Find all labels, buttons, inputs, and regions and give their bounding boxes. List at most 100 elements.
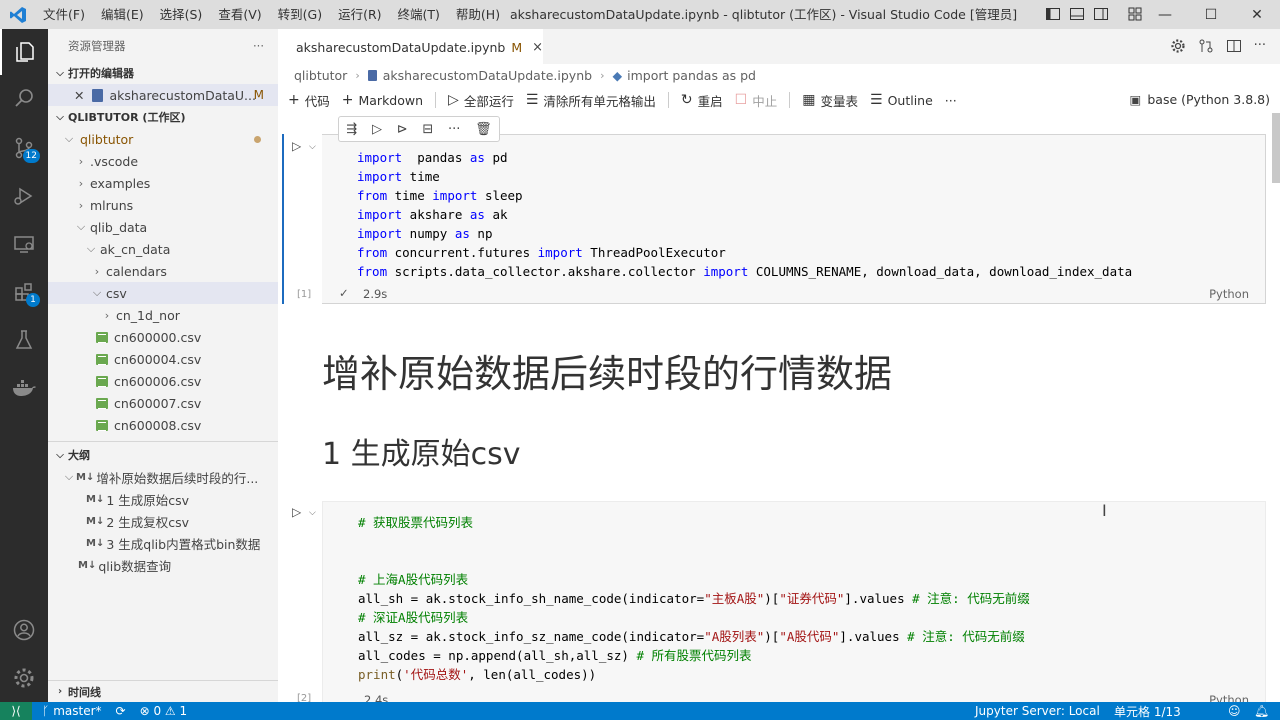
folder-ak-cn-data[interactable]: ⌵ ak_cn_data xyxy=(48,238,278,260)
open-editor-item[interactable]: ✕ aksharecustomDataU... M xyxy=(48,84,278,106)
code-line[interactable]: # 获取股票代码列表 xyxy=(358,513,1030,532)
settings-gear-icon[interactable] xyxy=(1170,38,1186,58)
menu-go[interactable]: 转到(G) xyxy=(270,0,330,29)
problems-indicator[interactable]: ⊗ 0 ⚠ 1 xyxy=(140,704,188,718)
file-csv[interactable]: cn600004.csv xyxy=(48,348,278,370)
more-icon[interactable]: ··· xyxy=(448,122,460,137)
code-line[interactable]: print('代码总数', len(all_codes)) xyxy=(358,665,1030,684)
code-line[interactable]: # 上海A股代码列表 xyxy=(358,570,1030,589)
chevron-down-icon[interactable]: ⌵ xyxy=(309,508,316,518)
timeline-header[interactable]: › 时间线 xyxy=(48,680,278,702)
restart-button[interactable]: ↻ 重启 xyxy=(681,91,723,110)
outline-item[interactable]: M↓ qlib数据查询 xyxy=(48,554,278,576)
markdown-heading-1[interactable]: 增补原始数据后续时段的行情数据 xyxy=(322,343,892,398)
search-icon[interactable] xyxy=(0,75,48,121)
outline-item[interactable]: ⌵ M↓ 增补原始数据后续时段的行... xyxy=(48,466,278,488)
code-line[interactable] xyxy=(358,551,1030,570)
cell-source[interactable]: # 获取股票代码列表 # 上海A股代码列表 all_sh = ak.stock_in… xyxy=(358,513,1030,684)
run-cell-icon[interactable]: ▷ xyxy=(292,505,301,519)
run-all-button[interactable]: ▷ 全部运行 xyxy=(448,91,514,110)
outline-item[interactable]: M↓ 3 生成qlib内置格式bin数据 xyxy=(48,532,278,554)
explorer-icon[interactable] xyxy=(0,29,48,75)
cell-source[interactable]: import pandas as pd import time from time … xyxy=(357,148,1132,281)
breadcrumb-item[interactable]: qlibtutor xyxy=(294,68,347,83)
close-window-icon[interactable]: ✕ xyxy=(1234,0,1280,29)
kernel-picker[interactable]: ▣ base (Python 3.8.8) xyxy=(1130,87,1270,113)
run-above-icon[interactable]: ⇶ xyxy=(346,122,357,137)
folder-calendars[interactable]: › calendars xyxy=(48,260,278,282)
folder-examples[interactable]: › examples xyxy=(48,172,278,194)
source-control-icon[interactable]: 12 xyxy=(0,125,48,171)
maximize-icon[interactable]: ☐ xyxy=(1188,0,1234,29)
run-next-icon[interactable]: ▷ xyxy=(372,122,382,137)
cell-position[interactable]: 单元格 1/13 xyxy=(1114,703,1181,720)
docker-icon[interactable] xyxy=(0,365,48,411)
code-line[interactable]: all_sh = ak.stock_info_sh_name_code(indi… xyxy=(358,589,1030,608)
vertical-scrollbar[interactable] xyxy=(1272,113,1280,183)
delete-trash-icon[interactable]: 🗑 xyxy=(475,122,492,137)
cell-language[interactable]: Python xyxy=(1209,287,1249,301)
toggle-panel-icon[interactable] xyxy=(1069,6,1085,22)
feedback-icon[interactable]: ☺ xyxy=(1228,704,1241,718)
code-line[interactable]: all_codes = np.append(all_sh,all_sz) # 所… xyxy=(358,646,1030,665)
toggle-sidebar-icon[interactable] xyxy=(1045,6,1061,22)
folder-mlruns[interactable]: › mlruns xyxy=(48,194,278,216)
cell-language[interactable]: Python xyxy=(1209,693,1249,702)
outline-item[interactable]: M↓ 1 生成原始csv xyxy=(48,488,278,510)
menu-file[interactable]: 文件(F) xyxy=(35,0,93,29)
file-csv[interactable]: cn600007.csv xyxy=(48,392,278,414)
interrupt-button[interactable]: ☐ 中止 xyxy=(735,91,778,110)
toggle-secondary-sidebar-icon[interactable] xyxy=(1093,6,1109,22)
folder-vscode[interactable]: › .vscode xyxy=(48,150,278,172)
run-cell-icon[interactable]: ▷ xyxy=(292,139,301,153)
file-csv[interactable]: cn600000.csv xyxy=(48,326,278,348)
outline-button[interactable]: ☰ Outline xyxy=(870,92,933,108)
run-below-icon[interactable]: ⊳ xyxy=(397,122,408,137)
open-changes-icon[interactable] xyxy=(1198,38,1214,58)
folder-qlib-data[interactable]: ⌵ qlib_data xyxy=(48,216,278,238)
outline-header[interactable]: ⌵ 大纲 xyxy=(48,444,278,466)
minimize-icon[interactable]: — xyxy=(1142,0,1188,29)
file-csv[interactable]: cn600008.csv xyxy=(48,414,278,436)
outline-item[interactable]: M↓ 2 生成复权csv xyxy=(48,510,278,532)
code-line[interactable] xyxy=(358,532,1030,551)
menu-view[interactable]: 查看(V) xyxy=(210,0,269,29)
menu-run[interactable]: 运行(R) xyxy=(330,0,389,29)
extensions-icon[interactable]: 1 xyxy=(0,269,48,315)
menu-selection[interactable]: 选择(S) xyxy=(152,0,211,29)
workspace-header[interactable]: ⌵ QLIBTUTOR (工作区) xyxy=(48,106,278,128)
breadcrumb-item[interactable]: import pandas as pd xyxy=(627,68,756,83)
notifications-bell-icon[interactable]: 🔔︎ xyxy=(1254,704,1269,718)
add-markdown-cell-button[interactable]: + Markdown xyxy=(342,92,423,108)
split-editor-icon[interactable] xyxy=(1226,38,1242,58)
file-csv[interactable]: cn600006.csv xyxy=(48,370,278,392)
add-code-cell-button[interactable]: + 代码 xyxy=(288,91,330,110)
close-icon[interactable]: ✕ xyxy=(74,88,84,103)
split-cell-icon[interactable]: ⊟ xyxy=(422,122,433,137)
menu-help[interactable]: 帮助(H) xyxy=(448,0,508,29)
accounts-icon[interactable] xyxy=(0,607,48,653)
breadcrumb-item[interactable]: aksharecustomDataUpdate.ipynb xyxy=(383,68,592,83)
code-line[interactable]: # 深证A股代码列表 xyxy=(358,608,1030,627)
code-line[interactable]: all_sz = ak.stock_info_sz_name_code(indi… xyxy=(358,627,1030,646)
variables-button[interactable]: ▦ 变量表 xyxy=(802,91,858,110)
folder-csv[interactable]: ⌵ csv xyxy=(48,282,278,304)
open-editors-header[interactable]: ⌵ 打开的编辑器 xyxy=(48,62,278,84)
code-line[interactable]: import time xyxy=(357,167,1132,186)
code-cell[interactable]: # 获取股票代码列表 # 上海A股代码列表 all_sh = ak.stock_in… xyxy=(322,501,1266,702)
code-line[interactable]: import pandas as pd xyxy=(357,148,1132,167)
folder-qlibtutor[interactable]: ⌵ qlibtutor xyxy=(48,128,278,150)
toolbar-more-button[interactable]: ··· xyxy=(945,93,957,108)
markdown-heading-2[interactable]: 1 生成原始csv xyxy=(322,429,521,473)
remote-indicator-icon[interactable]: ⟩⟨ xyxy=(0,702,32,720)
code-line[interactable]: from concurrent.futures import ThreadPoo… xyxy=(357,243,1132,262)
jupyter-server-status[interactable]: Jupyter Server: Local xyxy=(975,704,1100,718)
menu-edit[interactable]: 编辑(E) xyxy=(93,0,152,29)
clear-outputs-button[interactable]: ☰ 清除所有单元格输出 xyxy=(526,91,656,110)
code-line[interactable]: import numpy as np xyxy=(357,224,1132,243)
code-line[interactable]: from scripts.data_collector.akshare.coll… xyxy=(357,262,1132,281)
code-line[interactable]: import akshare as ak xyxy=(357,205,1132,224)
code-line[interactable]: from time import sleep xyxy=(357,186,1132,205)
chevron-down-icon[interactable]: ⌵ xyxy=(309,142,316,152)
manage-gear-icon[interactable] xyxy=(0,655,48,701)
